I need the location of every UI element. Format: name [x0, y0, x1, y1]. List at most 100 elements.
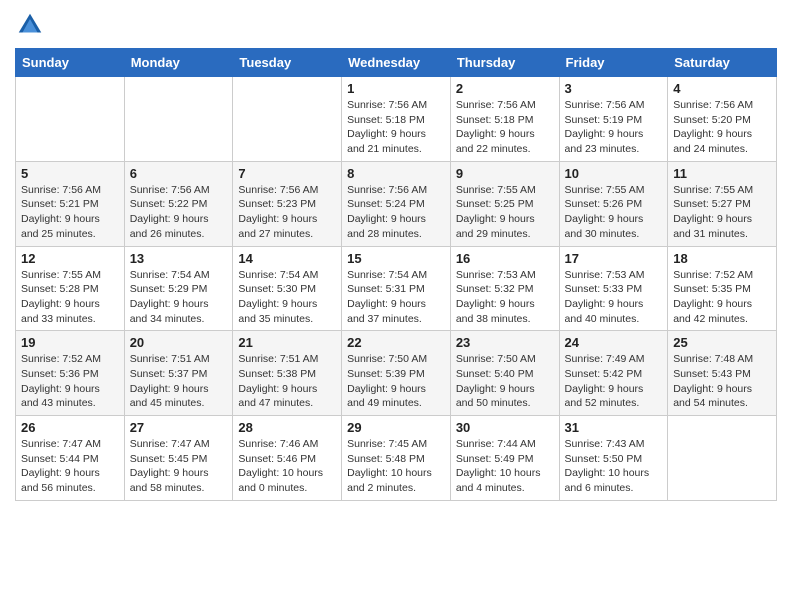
day-number: 8 [347, 166, 445, 181]
weekday-header-saturday: Saturday [668, 49, 777, 77]
day-cell: 9 Sunrise: 7:55 AM Sunset: 5:25 PM Daylig… [450, 161, 559, 246]
day-info: Sunrise: 7:44 AM Sunset: 5:49 PM Dayligh… [456, 437, 554, 496]
day-cell: 10 Sunrise: 7:55 AM Sunset: 5:26 PM Dayli… [559, 161, 668, 246]
day-number: 22 [347, 335, 445, 350]
weekday-header-monday: Monday [124, 49, 233, 77]
day-cell: 31Sunrise: 7:43 AM Sunset: 5:50 PM Dayli… [559, 416, 668, 501]
day-number: 21 [238, 335, 336, 350]
week-row-2: 5 Sunrise: 7:56 AM Sunset: 5:21 PM Daylig… [16, 161, 777, 246]
day-number: 19 [21, 335, 119, 350]
day-cell: 24 Sunrise: 7:49 AM Sunset: 5:42 PM Dayli… [559, 331, 668, 416]
day-info: Sunrise: 7:56 AM Sunset: 5:19 PM Dayligh… [565, 98, 663, 157]
day-info: Sunrise: 7:51 AM Sunset: 5:37 PM Dayligh… [130, 352, 228, 411]
day-number: 28 [238, 420, 336, 435]
day-cell: 13 Sunrise: 7:54 AM Sunset: 5:29 PM Dayli… [124, 246, 233, 331]
day-info: Sunrise: 7:50 AM Sunset: 5:40 PM Dayligh… [456, 352, 554, 411]
day-cell: 27Sunrise: 7:47 AM Sunset: 5:45 PM Dayli… [124, 416, 233, 501]
day-info: Sunrise: 7:49 AM Sunset: 5:42 PM Dayligh… [565, 352, 663, 411]
day-number: 14 [238, 251, 336, 266]
day-info: Sunrise: 7:56 AM Sunset: 5:20 PM Dayligh… [673, 98, 771, 157]
page: SundayMondayTuesdayWednesdayThursdayFrid… [0, 0, 792, 516]
day-info: Sunrise: 7:47 AM Sunset: 5:45 PM Dayligh… [130, 437, 228, 496]
day-info: Sunrise: 7:56 AM Sunset: 5:23 PM Dayligh… [238, 183, 336, 242]
week-row-3: 12 Sunrise: 7:55 AM Sunset: 5:28 PM Dayli… [16, 246, 777, 331]
day-info: Sunrise: 7:56 AM Sunset: 5:22 PM Dayligh… [130, 183, 228, 242]
week-row-1: 1 Sunrise: 7:56 AM Sunset: 5:18 PM Daylig… [16, 77, 777, 162]
day-cell: 26 Sunrise: 7:47 AM Sunset: 5:44 PM Dayli… [16, 416, 125, 501]
day-number: 17 [565, 251, 663, 266]
day-info: Sunrise: 7:47 AM Sunset: 5:44 PM Dayligh… [21, 437, 119, 496]
logo [15, 10, 49, 40]
day-number: 2 [456, 81, 554, 96]
day-info: Sunrise: 7:56 AM Sunset: 5:18 PM Dayligh… [456, 98, 554, 157]
day-info: Sunrise: 7:54 AM Sunset: 5:30 PM Dayligh… [238, 268, 336, 327]
day-number: 18 [673, 251, 771, 266]
day-number: 6 [130, 166, 228, 181]
logo-icon [15, 10, 45, 40]
day-info: Sunrise: 7:52 AM Sunset: 5:36 PM Dayligh… [21, 352, 119, 411]
day-cell [233, 77, 342, 162]
day-cell: 16 Sunrise: 7:53 AM Sunset: 5:32 PM Dayli… [450, 246, 559, 331]
weekday-header-sunday: Sunday [16, 49, 125, 77]
day-info: Sunrise: 7:46 AM Sunset: 5:46 PM Dayligh… [238, 437, 336, 496]
day-number: 7 [238, 166, 336, 181]
day-number: 25 [673, 335, 771, 350]
weekday-header-row: SundayMondayTuesdayWednesdayThursdayFrid… [16, 49, 777, 77]
day-number: 13 [130, 251, 228, 266]
day-cell: 11Sunrise: 7:55 AM Sunset: 5:27 PM Dayli… [668, 161, 777, 246]
day-info: Sunrise: 7:52 AM Sunset: 5:35 PM Dayligh… [673, 268, 771, 327]
day-info: Sunrise: 7:48 AM Sunset: 5:43 PM Dayligh… [673, 352, 771, 411]
day-cell: 14 Sunrise: 7:54 AM Sunset: 5:30 PM Dayli… [233, 246, 342, 331]
header [15, 10, 777, 40]
day-cell: 7 Sunrise: 7:56 AM Sunset: 5:23 PM Daylig… [233, 161, 342, 246]
day-cell: 4 Sunrise: 7:56 AM Sunset: 5:20 PM Daylig… [668, 77, 777, 162]
day-info: Sunrise: 7:55 AM Sunset: 5:26 PM Dayligh… [565, 183, 663, 242]
day-cell: 15Sunrise: 7:54 AM Sunset: 5:31 PM Dayli… [342, 246, 451, 331]
day-info: Sunrise: 7:55 AM Sunset: 5:25 PM Dayligh… [456, 183, 554, 242]
day-cell: 30 Sunrise: 7:44 AM Sunset: 5:49 PM Dayli… [450, 416, 559, 501]
day-number: 23 [456, 335, 554, 350]
day-number: 3 [565, 81, 663, 96]
day-info: Sunrise: 7:51 AM Sunset: 5:38 PM Dayligh… [238, 352, 336, 411]
day-number: 1 [347, 81, 445, 96]
day-cell [124, 77, 233, 162]
day-number: 30 [456, 420, 554, 435]
day-info: Sunrise: 7:53 AM Sunset: 5:32 PM Dayligh… [456, 268, 554, 327]
day-cell: 1 Sunrise: 7:56 AM Sunset: 5:18 PM Daylig… [342, 77, 451, 162]
weekday-header-tuesday: Tuesday [233, 49, 342, 77]
day-number: 29 [347, 420, 445, 435]
day-number: 5 [21, 166, 119, 181]
day-number: 20 [130, 335, 228, 350]
day-number: 24 [565, 335, 663, 350]
day-cell: 2 Sunrise: 7:56 AM Sunset: 5:18 PM Daylig… [450, 77, 559, 162]
day-cell: 6 Sunrise: 7:56 AM Sunset: 5:22 PM Daylig… [124, 161, 233, 246]
day-cell: 29 Sunrise: 7:45 AM Sunset: 5:48 PM Dayli… [342, 416, 451, 501]
day-cell: 8Sunrise: 7:56 AM Sunset: 5:24 PM Daylig… [342, 161, 451, 246]
day-info: Sunrise: 7:53 AM Sunset: 5:33 PM Dayligh… [565, 268, 663, 327]
day-info: Sunrise: 7:54 AM Sunset: 5:29 PM Dayligh… [130, 268, 228, 327]
day-cell: 5 Sunrise: 7:56 AM Sunset: 5:21 PM Daylig… [16, 161, 125, 246]
day-info: Sunrise: 7:50 AM Sunset: 5:39 PM Dayligh… [347, 352, 445, 411]
day-info: Sunrise: 7:56 AM Sunset: 5:21 PM Dayligh… [21, 183, 119, 242]
day-number: 9 [456, 166, 554, 181]
day-number: 10 [565, 166, 663, 181]
day-number: 4 [673, 81, 771, 96]
day-number: 15 [347, 251, 445, 266]
calendar: SundayMondayTuesdayWednesdayThursdayFrid… [15, 48, 777, 501]
week-row-4: 19 Sunrise: 7:52 AM Sunset: 5:36 PM Dayli… [16, 331, 777, 416]
day-cell: 19 Sunrise: 7:52 AM Sunset: 5:36 PM Dayli… [16, 331, 125, 416]
day-info: Sunrise: 7:43 AM Sunset: 5:50 PM Dayligh… [565, 437, 663, 496]
weekday-header-friday: Friday [559, 49, 668, 77]
day-number: 26 [21, 420, 119, 435]
day-number: 16 [456, 251, 554, 266]
weekday-header-wednesday: Wednesday [342, 49, 451, 77]
day-cell: 21 Sunrise: 7:51 AM Sunset: 5:38 PM Dayli… [233, 331, 342, 416]
day-number: 12 [21, 251, 119, 266]
day-info: Sunrise: 7:56 AM Sunset: 5:18 PM Dayligh… [347, 98, 445, 157]
day-cell: 18 Sunrise: 7:52 AM Sunset: 5:35 PM Dayli… [668, 246, 777, 331]
day-cell [668, 416, 777, 501]
day-cell: 23 Sunrise: 7:50 AM Sunset: 5:40 PM Dayli… [450, 331, 559, 416]
day-info: Sunrise: 7:45 AM Sunset: 5:48 PM Dayligh… [347, 437, 445, 496]
weekday-header-thursday: Thursday [450, 49, 559, 77]
day-info: Sunrise: 7:55 AM Sunset: 5:28 PM Dayligh… [21, 268, 119, 327]
